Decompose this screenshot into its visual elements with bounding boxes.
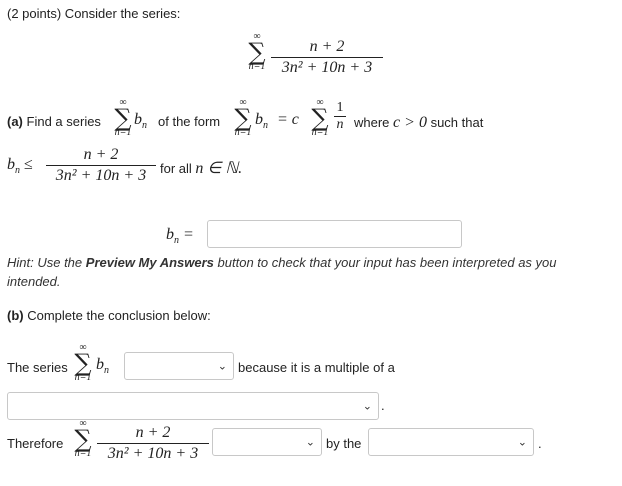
- main-denominator: 3n² + 10n + 3: [281, 59, 373, 76]
- bn-equals-label: bn =: [166, 226, 194, 247]
- main-sum-symbol: ∞ ∑ n=1: [248, 31, 266, 72]
- series-type-select[interactable]: ⌄: [7, 392, 379, 420]
- part-b-sum-1: ∞ ∑ n=1: [74, 342, 92, 383]
- test-select[interactable]: ⌄: [368, 428, 534, 456]
- period-2: .: [538, 436, 542, 451]
- part-b-fraction: n + 2 3n² + 10n + 3: [97, 424, 209, 463]
- part-a-intro: (a) Find a series: [7, 114, 101, 129]
- period-1: .: [381, 398, 385, 413]
- because-text: because it is a multiple of a: [238, 360, 395, 375]
- main-numerator: n + 2: [309, 38, 345, 55]
- where-text: where c > 0 such that: [354, 114, 484, 131]
- equals-c: = c: [277, 111, 299, 128]
- bn-leq: bn ≤: [7, 156, 33, 177]
- convergence-select-2[interactable]: ⌄: [212, 428, 322, 456]
- part-a-sum-2: ∞ ∑ n=1: [234, 97, 252, 138]
- comparison-fraction: n + 2 3n² + 10n + 3: [46, 146, 156, 185]
- convergence-select-1[interactable]: ⌄: [124, 352, 234, 380]
- bn-term-3: bn: [96, 356, 109, 377]
- preview-answers-reference: Preview My Answers: [85, 255, 214, 270]
- chevron-down-icon: ⌄: [517, 436, 527, 449]
- the-series-text: The series: [7, 360, 68, 375]
- chevron-down-icon: ⌄: [362, 400, 372, 413]
- therefore-text: Therefore: [7, 436, 64, 451]
- bn-term-2: bn: [255, 111, 268, 132]
- chevron-down-icon: ⌄: [217, 360, 227, 373]
- points-header: (2 points) Consider the series:: [7, 6, 181, 21]
- part-b-sum-2: ∞ ∑ n=1: [74, 418, 92, 459]
- part-b-intro: (b) Complete the conclusion below:: [7, 308, 211, 323]
- hint-text: Hint: Use the Preview My Answers button …: [7, 255, 557, 289]
- part-a-sum-3: ∞ ∑ n=1: [311, 97, 329, 138]
- part-a-sum-1: ∞ ∑ n=1: [114, 97, 132, 138]
- chevron-down-icon: ⌄: [305, 436, 315, 449]
- of-form-text: of the form: [158, 114, 221, 129]
- bn-term-1: bn: [134, 111, 147, 132]
- for-all-text: for all n ∈ ℕ.: [160, 160, 243, 177]
- one-over-n: 1 n: [334, 101, 346, 132]
- bn-answer-input[interactable]: [207, 220, 462, 248]
- main-fraction: n + 2 3n² + 10n + 3: [271, 38, 383, 77]
- by-the-text: by the: [326, 436, 362, 451]
